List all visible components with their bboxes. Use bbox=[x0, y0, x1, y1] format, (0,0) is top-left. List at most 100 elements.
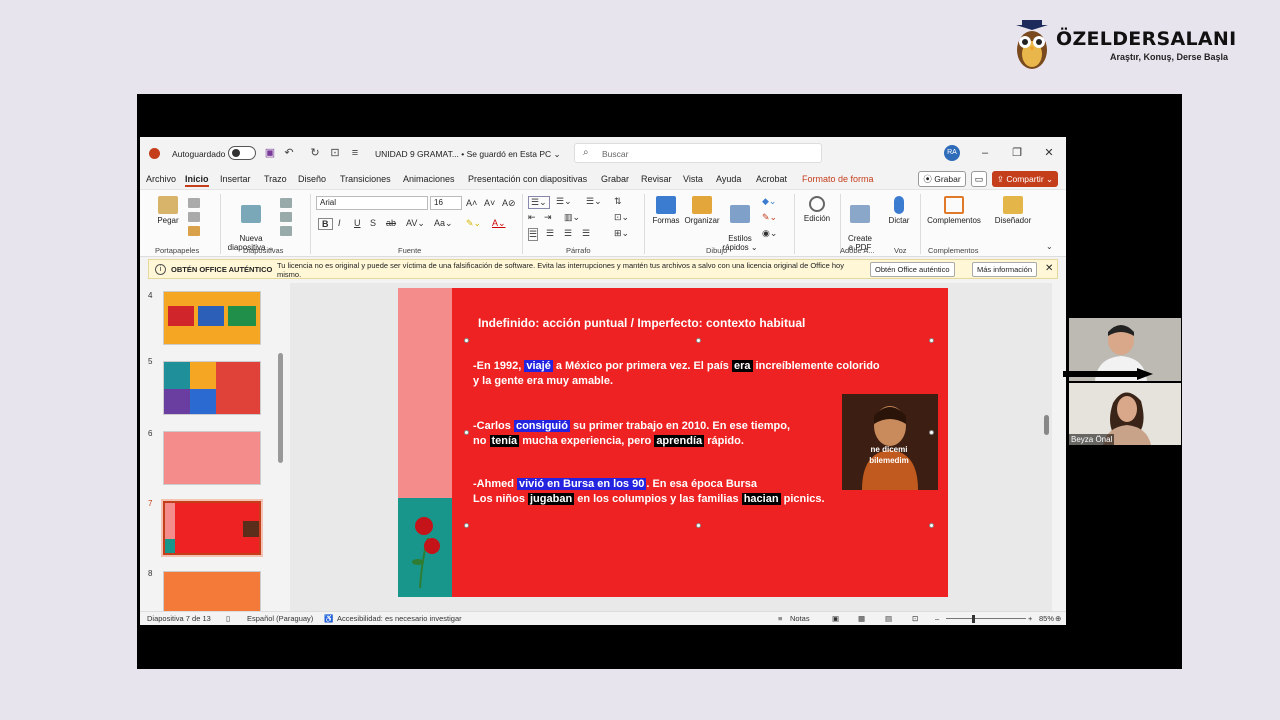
minimize-icon[interactable]: – bbox=[978, 146, 992, 160]
document-title[interactable]: UNIDAD 9 GRAMAT... • Se guardó en Esta P… bbox=[375, 149, 561, 160]
notes-button[interactable]: Notas bbox=[790, 614, 810, 623]
tab-vista[interactable]: Vista bbox=[683, 174, 703, 184]
text-direction-icon[interactable]: ⇅ bbox=[614, 196, 622, 207]
collapse-ribbon-icon[interactable]: ⌄ bbox=[1046, 242, 1053, 251]
example-paragraph-2[interactable]: -Carlos consiguió su primer trabajo en 2… bbox=[473, 419, 790, 449]
resize-handle[interactable] bbox=[929, 338, 934, 343]
tab-acrobat[interactable]: Acrobat bbox=[756, 174, 787, 184]
accessibility-label[interactable]: Accesibilidad: es necesario investigar bbox=[337, 614, 462, 623]
strikethrough-icon[interactable]: ab bbox=[386, 218, 396, 228]
customize-qat-icon[interactable]: ≡ bbox=[348, 146, 362, 160]
restore-icon[interactable]: ❐ bbox=[1010, 146, 1024, 160]
zoom-in-icon[interactable]: + bbox=[1028, 614, 1032, 623]
columns-icon[interactable]: ▥⌄ bbox=[564, 212, 580, 223]
resize-handle[interactable] bbox=[929, 430, 934, 435]
section-icon[interactable] bbox=[280, 226, 292, 236]
meme-image[interactable]: ne dicemi bilemedim bbox=[842, 394, 938, 490]
record-button[interactable]: ⦿ Grabar bbox=[918, 171, 966, 187]
bold-icon[interactable]: B bbox=[318, 218, 333, 230]
designer-button[interactable]: Diseñador bbox=[992, 196, 1034, 225]
tab-animaciones[interactable]: Animaciones bbox=[403, 174, 455, 184]
more-info-button[interactable]: Más información bbox=[972, 262, 1038, 277]
fit-slide-icon[interactable]: ⊕ bbox=[1055, 614, 1061, 623]
slide-thumbnail-6[interactable] bbox=[163, 431, 261, 485]
slide-thumbnail-4[interactable] bbox=[163, 291, 261, 345]
canvas-scrollbar[interactable] bbox=[1042, 283, 1052, 611]
undo-icon[interactable]: ↶ bbox=[282, 146, 296, 160]
format-painter-icon[interactable] bbox=[188, 226, 200, 236]
create-pdf-button[interactable]: Create a PDF bbox=[844, 196, 876, 252]
bullets-icon[interactable]: ☰⌄ bbox=[528, 196, 550, 209]
decrease-indent-icon[interactable]: ⇤ bbox=[528, 212, 536, 223]
cut-icon[interactable] bbox=[188, 198, 200, 208]
save-icon[interactable]: ▣ bbox=[263, 146, 277, 160]
slide-title[interactable]: Indefinido: acción puntual / Imperfecto:… bbox=[478, 316, 805, 330]
tab-presentacion[interactable]: Presentación con diapositivas bbox=[468, 174, 587, 184]
align-right-icon[interactable]: ☰ bbox=[564, 228, 572, 239]
tab-trazo[interactable]: Trazo bbox=[264, 174, 287, 184]
notes-icon[interactable]: ≡ bbox=[778, 614, 782, 623]
shape-effects-icon[interactable]: ◉⌄ bbox=[762, 228, 777, 239]
grow-font-icon[interactable]: A˄ bbox=[466, 198, 477, 208]
resize-handle[interactable] bbox=[929, 523, 934, 528]
addins-button[interactable]: Complementos bbox=[924, 196, 984, 225]
autosave-toggle[interactable] bbox=[228, 146, 256, 160]
font-size-select[interactable]: 16 bbox=[430, 196, 462, 210]
slide-thumbnail-7[interactable] bbox=[161, 499, 263, 557]
resize-handle[interactable] bbox=[464, 430, 469, 435]
reset-icon[interactable] bbox=[280, 212, 292, 222]
paste-button[interactable]: Pegar bbox=[152, 196, 184, 225]
shape-fill-icon[interactable]: ◆⌄ bbox=[762, 196, 776, 207]
slide-sorter-icon[interactable]: ▦ bbox=[858, 614, 865, 623]
get-office-button[interactable]: Obtén Office auténtico bbox=[870, 262, 955, 277]
slideshow-icon[interactable]: ⊡ bbox=[912, 614, 918, 623]
tab-grabar[interactable]: Grabar bbox=[601, 174, 629, 184]
present-icon[interactable]: ⊡ bbox=[328, 146, 342, 160]
underline-icon[interactable]: U bbox=[354, 218, 361, 228]
example-paragraph-1[interactable]: -En 1992, viajé a México por primera vez… bbox=[473, 359, 880, 389]
align-center-icon[interactable]: ☰ bbox=[546, 228, 554, 239]
accessibility-icon[interactable]: ♿ bbox=[324, 614, 333, 623]
resize-handle[interactable] bbox=[696, 338, 701, 343]
justify-icon[interactable]: ☰ bbox=[582, 228, 590, 239]
resize-handle[interactable] bbox=[464, 338, 469, 343]
language-label[interactable]: Español (Paraguay) bbox=[247, 614, 313, 623]
comments-icon[interactable]: ▭ bbox=[971, 171, 987, 187]
resize-handle[interactable] bbox=[696, 523, 701, 528]
layout-icon[interactable] bbox=[280, 198, 292, 208]
tab-revisar[interactable]: Revisar bbox=[641, 174, 672, 184]
tab-diseno[interactable]: Diseño bbox=[298, 174, 326, 184]
close-icon[interactable]: ✕ bbox=[1042, 146, 1056, 160]
example-paragraph-3[interactable]: -Ahmed vivió en Bursa en los 90. En esa … bbox=[473, 477, 825, 507]
reading-view-icon[interactable]: ▤ bbox=[885, 614, 892, 623]
tab-transiciones[interactable]: Transiciones bbox=[340, 174, 391, 184]
resize-handle[interactable] bbox=[464, 523, 469, 528]
font-color-icon[interactable]: A⌄ bbox=[492, 218, 506, 229]
align-text-icon[interactable]: ⊡⌄ bbox=[614, 212, 629, 223]
shadow-icon[interactable]: S bbox=[370, 218, 376, 228]
editing-button[interactable]: Edición bbox=[798, 196, 836, 223]
highlight-icon[interactable]: ✎⌄ bbox=[466, 218, 481, 229]
zoom-level[interactable]: 85% bbox=[1039, 614, 1054, 623]
spellcheck-icon[interactable]: ▯ bbox=[226, 614, 230, 623]
user-avatar[interactable]: RA bbox=[944, 145, 960, 161]
close-notice-icon[interactable]: ✕ bbox=[1045, 263, 1053, 274]
arrange-button[interactable]: Organizar bbox=[683, 196, 721, 225]
smartart-icon[interactable]: ⊞⌄ bbox=[614, 228, 629, 239]
current-slide[interactable]: Indefinido: acción puntual / Imperfecto:… bbox=[398, 288, 948, 597]
align-left-icon[interactable]: ☰ bbox=[528, 228, 539, 241]
redo-icon[interactable]: ↻ bbox=[308, 146, 322, 160]
italic-icon[interactable]: I bbox=[338, 218, 341, 228]
share-button[interactable]: ⇪ Compartir ⌄ bbox=[992, 171, 1058, 187]
thumbnail-scrollbar[interactable] bbox=[278, 283, 284, 611]
shapes-button[interactable]: Formas bbox=[650, 196, 682, 225]
shrink-font-icon[interactable]: A˅ bbox=[484, 198, 495, 208]
tab-archivo[interactable]: Archivo bbox=[146, 174, 176, 184]
tab-formato-de-forma[interactable]: Formato de forma bbox=[802, 174, 874, 184]
increase-indent-icon[interactable]: ⇥ bbox=[544, 212, 552, 223]
tab-insertar[interactable]: Insertar bbox=[220, 174, 251, 184]
slide-thumbnail-8[interactable] bbox=[163, 571, 261, 611]
slide-thumbnail-5[interactable] bbox=[163, 361, 261, 415]
line-spacing-icon[interactable]: ☰⌄ bbox=[586, 196, 602, 207]
char-spacing-icon[interactable]: AV⌄ bbox=[406, 218, 425, 229]
